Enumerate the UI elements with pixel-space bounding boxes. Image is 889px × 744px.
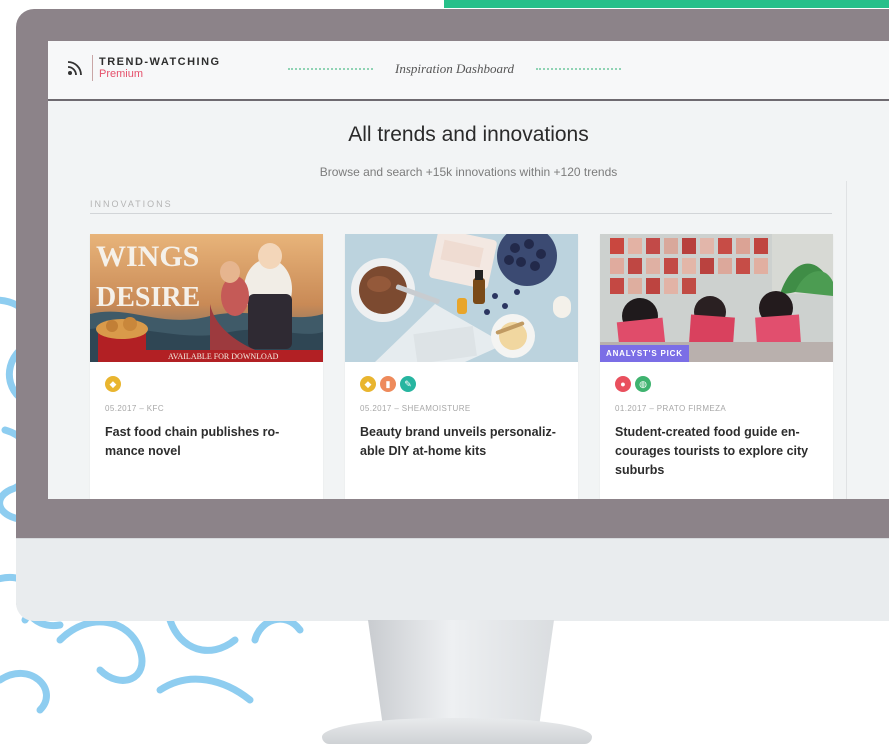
- cover-text-download: AVAILABLE FOR DOWNLOAD: [168, 352, 279, 361]
- diamond-icon[interactable]: ◆: [360, 376, 376, 392]
- card-title[interactable]: Fast food chain publishes ro-mance novel: [105, 423, 310, 461]
- card-image-sheamoisture[interactable]: [345, 234, 578, 362]
- innovation-card-prato-firmeza[interactable]: ANALYST'S PICK ● ◍ 01.2017 – PRATO FIRME…: [600, 234, 833, 499]
- card-date-brand: 05.2017 – KFC: [105, 404, 165, 413]
- page-title: All trends and innovations: [348, 123, 589, 146]
- monitor-stand: [368, 620, 554, 726]
- card-date-brand: 05.2017 – SHEAMOISTURE: [360, 404, 471, 413]
- header-center: Inspiration Dashboard: [288, 61, 622, 77]
- brand-logo[interactable]: TREND-WATCHING Premium: [66, 55, 221, 81]
- card-image-kfc[interactable]: WINGS DESIRE AVAILABLE FOR DOWNLOAD: [90, 234, 323, 362]
- lightbulb-icon[interactable]: ●: [615, 376, 631, 392]
- brand-tier: Premium: [99, 68, 144, 80]
- globe-icon[interactable]: ◍: [635, 376, 651, 392]
- section-divider: [90, 213, 832, 214]
- right-rail: [846, 181, 847, 499]
- cover-text-desire: DESIRE: [96, 282, 200, 313]
- diy-kit-flatlay-image: [345, 234, 578, 362]
- cover-text-wings: WINGS: [96, 240, 199, 273]
- card-date-brand: 01.2017 – PRATO FIRMEZA: [615, 404, 727, 413]
- brand-name: TREND-WATCHING: [99, 56, 221, 68]
- monitor-chin: [16, 538, 889, 621]
- analysts-pick-badge: ANALYST'S PICK: [600, 345, 689, 362]
- card-category-icons: ◆: [105, 376, 121, 392]
- innovation-card-kfc[interactable]: WINGS DESIRE AVAILABLE FOR DOWNLOAD ◆ 05…: [90, 234, 323, 499]
- card-image-prato-firmeza[interactable]: ANALYST'S PICK: [600, 234, 833, 362]
- dotted-rule-right: [536, 68, 622, 70]
- monitor-stand-base: [322, 718, 592, 744]
- bottle-icon[interactable]: ▮: [380, 376, 396, 392]
- diamond-icon[interactable]: ◆: [105, 376, 121, 392]
- card-title[interactable]: Student-created food guide en-courages t…: [615, 423, 820, 480]
- top-accent-bar: [444, 0, 889, 8]
- kfc-novel-cover-image: WINGS DESIRE AVAILABLE FOR DOWNLOAD: [90, 234, 323, 362]
- students-reading-image: [600, 234, 833, 362]
- card-title[interactable]: Beauty brand unveils personaliz-able DIY…: [360, 423, 565, 461]
- card-category-icons: ◆ ▮ ✎: [360, 376, 416, 392]
- rss-icon: [67, 61, 82, 76]
- stage: TREND-WATCHING Premium Inspiration Dashb…: [0, 0, 889, 744]
- innovation-cards: WINGS DESIRE AVAILABLE FOR DOWNLOAD ◆ 05…: [90, 234, 833, 499]
- leaf-icon[interactable]: ✎: [400, 376, 416, 392]
- section-label-innovations: INNOVATIONS: [90, 199, 173, 209]
- brand-text: TREND-WATCHING Premium: [99, 56, 221, 80]
- brand-divider: [92, 55, 93, 81]
- innovation-card-sheamoisture[interactable]: ◆ ▮ ✎ 05.2017 – SHEAMOISTURE Beauty bran…: [345, 234, 578, 499]
- page-subtitle: Browse and search +15k innovations withi…: [319, 165, 618, 179]
- dotted-rule-left: [288, 68, 373, 70]
- dashboard-title[interactable]: Inspiration Dashboard: [395, 61, 514, 77]
- app-header: TREND-WATCHING Premium Inspiration Dashb…: [48, 41, 889, 101]
- screen: TREND-WATCHING Premium Inspiration Dashb…: [48, 41, 889, 499]
- card-category-icons: ● ◍: [615, 376, 651, 392]
